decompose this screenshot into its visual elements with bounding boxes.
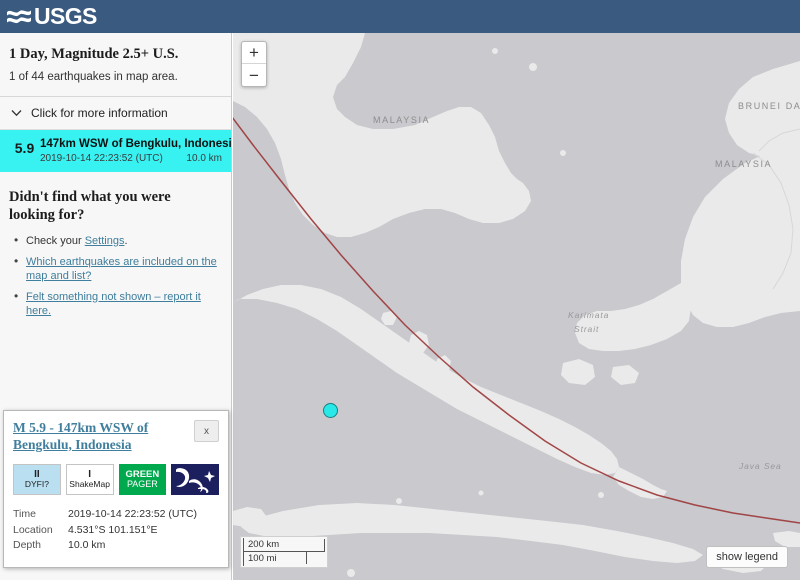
popup-title-link[interactable]: M 5.9 - 147km WSW of Bengkulu, Indonesia <box>13 420 173 453</box>
zoom-controls: + − <box>241 41 267 87</box>
earthquake-magnitude: 5.9 <box>14 140 35 156</box>
pager-badge[interactable]: GREEN PAGER <box>118 464 167 495</box>
earthquake-epicenter-marker[interactable] <box>323 403 338 418</box>
scale-mi-label: 100 mi <box>248 553 277 564</box>
scale-km-label: 200 km <box>248 538 280 550</box>
usgs-wave-logo-icon <box>6 6 33 27</box>
map-label-malaysia-1: MALAYSIA <box>373 115 430 125</box>
product-badges: II DYFI? I ShakeMap GREEN PAGER <box>13 464 219 495</box>
detail-row-depth: Depth 10.0 km <box>13 538 219 554</box>
chevron-down-icon <box>11 110 22 117</box>
dyfi-badge-label: DYFI? <box>24 479 49 490</box>
tsunami-wave-icon <box>172 465 219 494</box>
map-label-java-sea: Java Sea <box>738 461 782 471</box>
usgs-logo-text: USGS <box>34 3 97 29</box>
scale-km-row: 200 km <box>243 538 325 552</box>
settings-link[interactable]: Settings <box>85 235 125 247</box>
earthquake-detail-table: Time 2019-10-14 22:23:52 (UTC) Location … <box>13 507 219 554</box>
earthquake-list: 5.9 147km WSW of Bengkulu, Indonesia 201… <box>0 130 231 172</box>
zoom-out-button[interactable]: − <box>242 64 266 86</box>
summary-block: 1 Day, Magnitude 2.5+ U.S. 1 of 44 earth… <box>0 33 231 97</box>
detail-row-location: Location 4.531°S 101.151°E <box>13 523 219 539</box>
site-header: USGS <box>0 0 800 33</box>
earthquake-depth: 10.0 km <box>186 153 222 164</box>
detail-value: 4.531°S 101.151°E <box>68 523 158 536</box>
list-item: Which earthquakes are included on the ma… <box>9 254 219 284</box>
detail-key: Time <box>13 508 36 520</box>
detail-row-time: Time 2019-10-14 22:23:52 (UTC) <box>13 507 219 523</box>
list-item[interactable]: 5.9 147km WSW of Bengkulu, Indonesia 201… <box>0 130 231 172</box>
map-label-brunei: BRUNEI DARUS <box>738 101 800 111</box>
shakemap-badge-label: ShakeMap <box>69 479 110 490</box>
earthquake-meta: 2019-10-14 22:23:52 (UTC) 10.0 km <box>40 152 222 165</box>
map-graphics: MALAYSIA BRUNEI DARUS MALAYSIA Karimata … <box>233 33 800 580</box>
map-label-malaysia-2: MALAYSIA <box>715 159 772 169</box>
scale-mi-row: 100 mi <box>243 551 325 566</box>
help-item-suffix: . <box>124 235 128 247</box>
detail-value: 2019-10-14 22:23:52 (UTC) <box>68 508 197 520</box>
map-canvas[interactable]: MALAYSIA BRUNEI DARUS MALAYSIA Karimata … <box>233 33 800 580</box>
show-legend-button[interactable]: show legend <box>706 546 788 568</box>
more-information-toggle[interactable]: Click for more information <box>0 97 231 130</box>
tsunami-badge[interactable] <box>171 464 219 495</box>
close-icon[interactable]: x <box>194 420 219 442</box>
page-title: 1 Day, Magnitude 2.5+ U.S. <box>9 46 179 62</box>
detail-key: Location <box>13 523 53 536</box>
usgs-earthquake-map-app: USGS 1 Day, Magnitude 2.5+ U.S. 1 of 44 … <box>0 0 800 580</box>
help-block: Didn't find what you were looking for? C… <box>0 172 231 319</box>
map-label-karimata: Karimata <box>568 310 609 320</box>
felt-report-link[interactable]: Felt something not shown – report it her… <box>26 291 201 318</box>
earthquake-details: 147km WSW of Bengkulu, Indonesia 2019-10… <box>40 136 232 165</box>
earthquake-count-text: 1 of 44 earthquakes in map area. <box>9 71 178 83</box>
list-item: Felt something not shown – report it her… <box>9 289 219 319</box>
pager-badge-label: PAGER <box>126 478 158 489</box>
help-item-prefix: Check your <box>26 235 85 247</box>
help-heading: Didn't find what you were looking for? <box>9 189 171 223</box>
popup-header: M 5.9 - 147km WSW of Bengkulu, Indonesia… <box>13 420 219 453</box>
detail-key: Depth <box>13 539 42 551</box>
shakemap-badge[interactable]: I ShakeMap <box>65 464 114 495</box>
detail-value: 10.0 km <box>68 539 106 551</box>
earthquake-popup: M 5.9 - 147km WSW of Bengkulu, Indonesia… <box>3 410 229 568</box>
scale-bar: 200 km 100 mi <box>240 536 328 568</box>
map-label-strait: Strait <box>574 324 599 334</box>
help-links-list: Check your Settings. Which earthquakes a… <box>9 233 219 319</box>
usgs-logo[interactable]: USGS <box>6 4 97 30</box>
zoom-in-button[interactable]: + <box>242 42 266 64</box>
earthquake-time: 2019-10-14 22:23:52 (UTC) <box>40 153 163 164</box>
which-earthquakes-link[interactable]: Which earthquakes are included on the ma… <box>26 256 217 283</box>
list-item: Check your Settings. <box>9 233 219 249</box>
earthquake-place: 147km WSW of Bengkulu, Indonesia <box>40 138 232 150</box>
dyfi-badge[interactable]: II DYFI? <box>13 464 61 495</box>
more-information-label: Click for more information <box>31 106 168 120</box>
